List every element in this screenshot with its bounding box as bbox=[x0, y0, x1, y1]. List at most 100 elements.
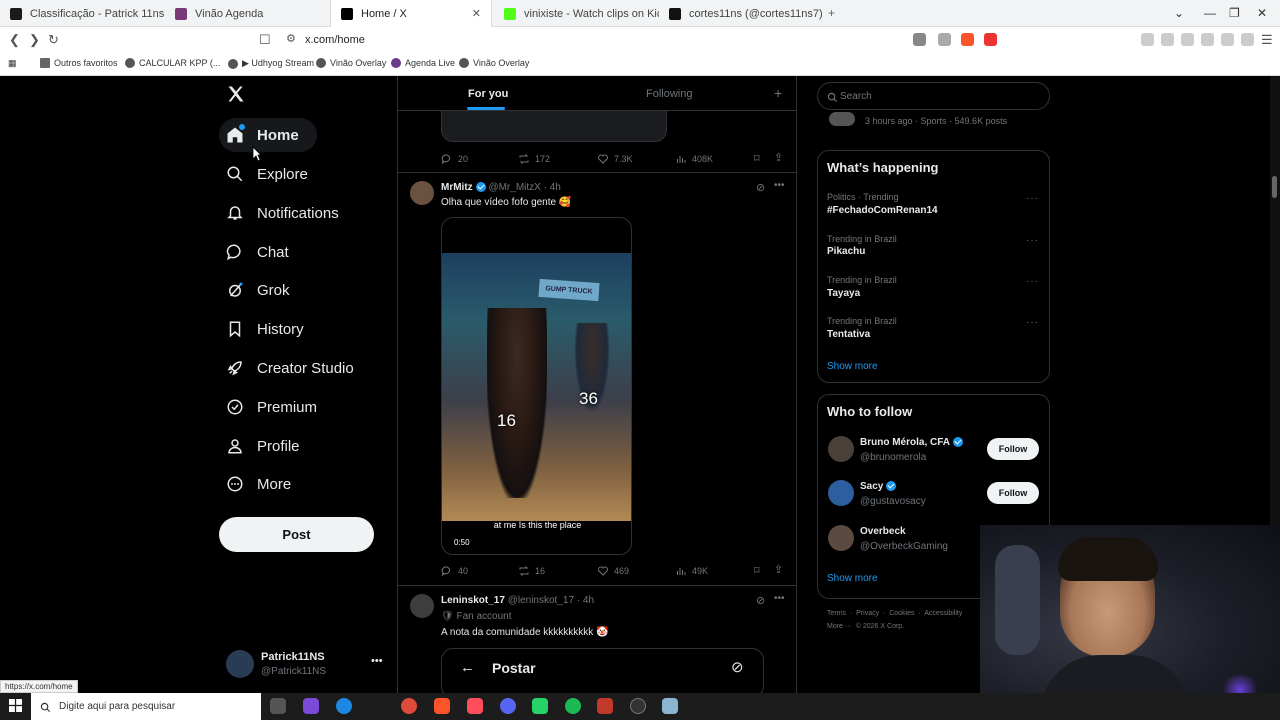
follow-button[interactable]: Follow bbox=[987, 438, 1039, 460]
avatar[interactable] bbox=[410, 181, 434, 205]
add-tab-icon[interactable]: + bbox=[774, 85, 782, 101]
post-button[interactable]: Post bbox=[219, 517, 374, 552]
sidebar-icon[interactable] bbox=[1181, 33, 1194, 46]
new-tab-icon[interactable]: + bbox=[828, 6, 835, 20]
share-icon[interactable]: ⇪ bbox=[774, 151, 783, 164]
browser-tab[interactable]: Vinão Agenda bbox=[165, 0, 330, 27]
author-name[interactable]: MrMitz bbox=[441, 182, 473, 193]
trend-item[interactable]: Tayaya bbox=[827, 288, 860, 299]
nav-creator-studio[interactable]: Creator Studio bbox=[219, 351, 354, 385]
bookmark-item[interactable]: Agenda Live bbox=[391, 58, 455, 68]
repost-stat[interactable]: 172 bbox=[518, 153, 550, 165]
avatar[interactable] bbox=[410, 594, 434, 618]
footer-links[interactable]: Terms · Privacy · Cookies · Accessibilit… bbox=[827, 610, 962, 617]
show-more-link[interactable]: Show more bbox=[827, 361, 878, 372]
wallet-icon[interactable] bbox=[1201, 33, 1214, 46]
account-more-icon[interactable]: ••• bbox=[371, 655, 383, 667]
follow-button[interactable]: Follow bbox=[987, 482, 1039, 504]
media-icon[interactable] bbox=[1161, 33, 1174, 46]
edge-icon[interactable] bbox=[336, 698, 352, 714]
vpn-icon[interactable] bbox=[1241, 33, 1254, 46]
author-handle[interactable]: @Mr_MitzX bbox=[488, 182, 540, 193]
nav-premium[interactable]: Premium bbox=[219, 390, 317, 424]
grok-analyze-icon[interactable]: ⊘ bbox=[756, 181, 765, 194]
reload-icon[interactable]: ↻ bbox=[48, 32, 59, 48]
browser-tab-active[interactable]: Home / X ✕ bbox=[330, 0, 492, 27]
trend-item[interactable]: #FechadoComRenan14 bbox=[827, 205, 938, 216]
url-field[interactable]: x.com/home bbox=[305, 34, 365, 46]
author-name[interactable]: Leninskot_17 bbox=[441, 595, 505, 606]
author-handle[interactable]: @leninskot_17 bbox=[508, 595, 574, 606]
leo-ai-icon[interactable] bbox=[1221, 33, 1234, 46]
nav-explore[interactable]: Explore bbox=[219, 157, 308, 191]
suggested-user-name[interactable]: Bruno Mérola, CFA bbox=[860, 437, 964, 448]
bookmark-item[interactable]: Outros favoritos bbox=[40, 58, 118, 68]
avatar[interactable] bbox=[828, 480, 854, 506]
tab-following[interactable]: Following bbox=[646, 88, 692, 100]
previous-post-media[interactable] bbox=[441, 110, 667, 142]
views-stat[interactable]: 49K bbox=[675, 565, 708, 577]
reply-stat[interactable]: 40 bbox=[441, 565, 468, 577]
trend-more-icon[interactable]: ··· bbox=[1026, 235, 1039, 246]
minimize-icon[interactable]: — bbox=[1204, 6, 1216, 20]
bookmark-item[interactable]: Vinão Overlay bbox=[459, 58, 529, 68]
bookmark-item[interactable]: Vinão Overlay bbox=[316, 58, 386, 68]
search-input[interactable]: Search bbox=[817, 82, 1050, 110]
nav-more[interactable]: More bbox=[219, 467, 291, 501]
like-stat[interactable]: 7.3K bbox=[597, 153, 633, 165]
menu-icon[interactable]: ☰ bbox=[1261, 32, 1273, 48]
nav-history[interactable]: History bbox=[219, 312, 304, 346]
extensions-icon[interactable] bbox=[1141, 33, 1154, 46]
post-time[interactable]: · 4h bbox=[544, 182, 561, 193]
trend-item[interactable]: Tentativa bbox=[827, 329, 870, 340]
maximize-icon[interactable]: ❐ bbox=[1229, 6, 1240, 20]
spotify-icon[interactable] bbox=[565, 698, 581, 714]
forward-icon[interactable]: ❯ bbox=[29, 32, 40, 48]
tab-for-you[interactable]: For you bbox=[468, 88, 508, 100]
nav-home[interactable]: Home bbox=[219, 118, 317, 152]
trend-item[interactable]: Pikachu bbox=[827, 246, 865, 257]
translate-icon[interactable] bbox=[913, 33, 926, 46]
discord-icon[interactable] bbox=[500, 698, 516, 714]
nav-chat[interactable]: Chat bbox=[219, 235, 289, 269]
embedded-post[interactable]: ← Postar ⊘ bbox=[441, 648, 764, 693]
suggested-user-name[interactable]: Overbeck bbox=[860, 526, 906, 537]
vivaldi-icon[interactable] bbox=[467, 698, 483, 714]
browser-tab[interactable]: cortes11ns (@cortes11ns7) | TikTok bbox=[659, 0, 824, 27]
share-icon[interactable]: ⇪ bbox=[774, 563, 783, 576]
trend-more-icon[interactable]: ··· bbox=[1026, 193, 1039, 204]
avatar[interactable] bbox=[828, 525, 854, 551]
reply-stat[interactable]: 20 bbox=[441, 153, 468, 165]
close-tab-icon[interactable]: ✕ bbox=[472, 7, 481, 20]
browser-tab[interactable]: Classificação - Patrick 11ns bbox=[0, 0, 165, 27]
trend-more-icon[interactable]: ··· bbox=[1026, 317, 1039, 328]
trend-more-icon[interactable]: ··· bbox=[1026, 276, 1039, 287]
close-window-icon[interactable]: ✕ bbox=[1257, 6, 1267, 20]
task-view-icon[interactable] bbox=[270, 698, 286, 714]
bookmark-item[interactable]: ▶ Udhyog Stream bbox=[228, 58, 314, 69]
suggested-user-name[interactable]: Sacy bbox=[860, 481, 897, 492]
brave-rewards-icon[interactable] bbox=[984, 33, 997, 46]
nav-grok[interactable]: Grok bbox=[219, 273, 290, 307]
apps-grid-icon[interactable]: ▦ bbox=[8, 58, 17, 69]
obs-icon[interactable] bbox=[630, 698, 646, 714]
x-logo-icon[interactable] bbox=[226, 84, 246, 109]
bookmark-action-icon[interactable]: ⌑ bbox=[754, 564, 760, 577]
app-icon[interactable] bbox=[303, 698, 319, 714]
post-time[interactable]: · 4h bbox=[577, 595, 594, 606]
browser-tab[interactable]: vinixiste - Watch clips on Kick bbox=[494, 0, 659, 27]
app-icon[interactable] bbox=[597, 698, 613, 714]
tab-list-chevron-icon[interactable]: ⌄ bbox=[1174, 6, 1184, 20]
brave-shield-icon[interactable] bbox=[961, 33, 974, 46]
scrollbar-thumb[interactable] bbox=[1272, 176, 1277, 198]
footer-copyright[interactable]: More ··· © 2026 X Corp. bbox=[827, 623, 904, 630]
repost-stat[interactable]: 16 bbox=[518, 565, 545, 577]
windows-start-icon[interactable] bbox=[9, 699, 22, 717]
bookmark-page-icon[interactable]: ☐ bbox=[259, 32, 271, 48]
views-stat[interactable]: 408K bbox=[675, 153, 713, 165]
back-icon[interactable]: ❮ bbox=[9, 32, 20, 48]
cast-icon[interactable] bbox=[938, 33, 951, 46]
whatsapp-icon[interactable] bbox=[532, 698, 548, 714]
post-more-icon[interactable]: ••• bbox=[774, 180, 785, 191]
app-icon[interactable] bbox=[662, 698, 678, 714]
